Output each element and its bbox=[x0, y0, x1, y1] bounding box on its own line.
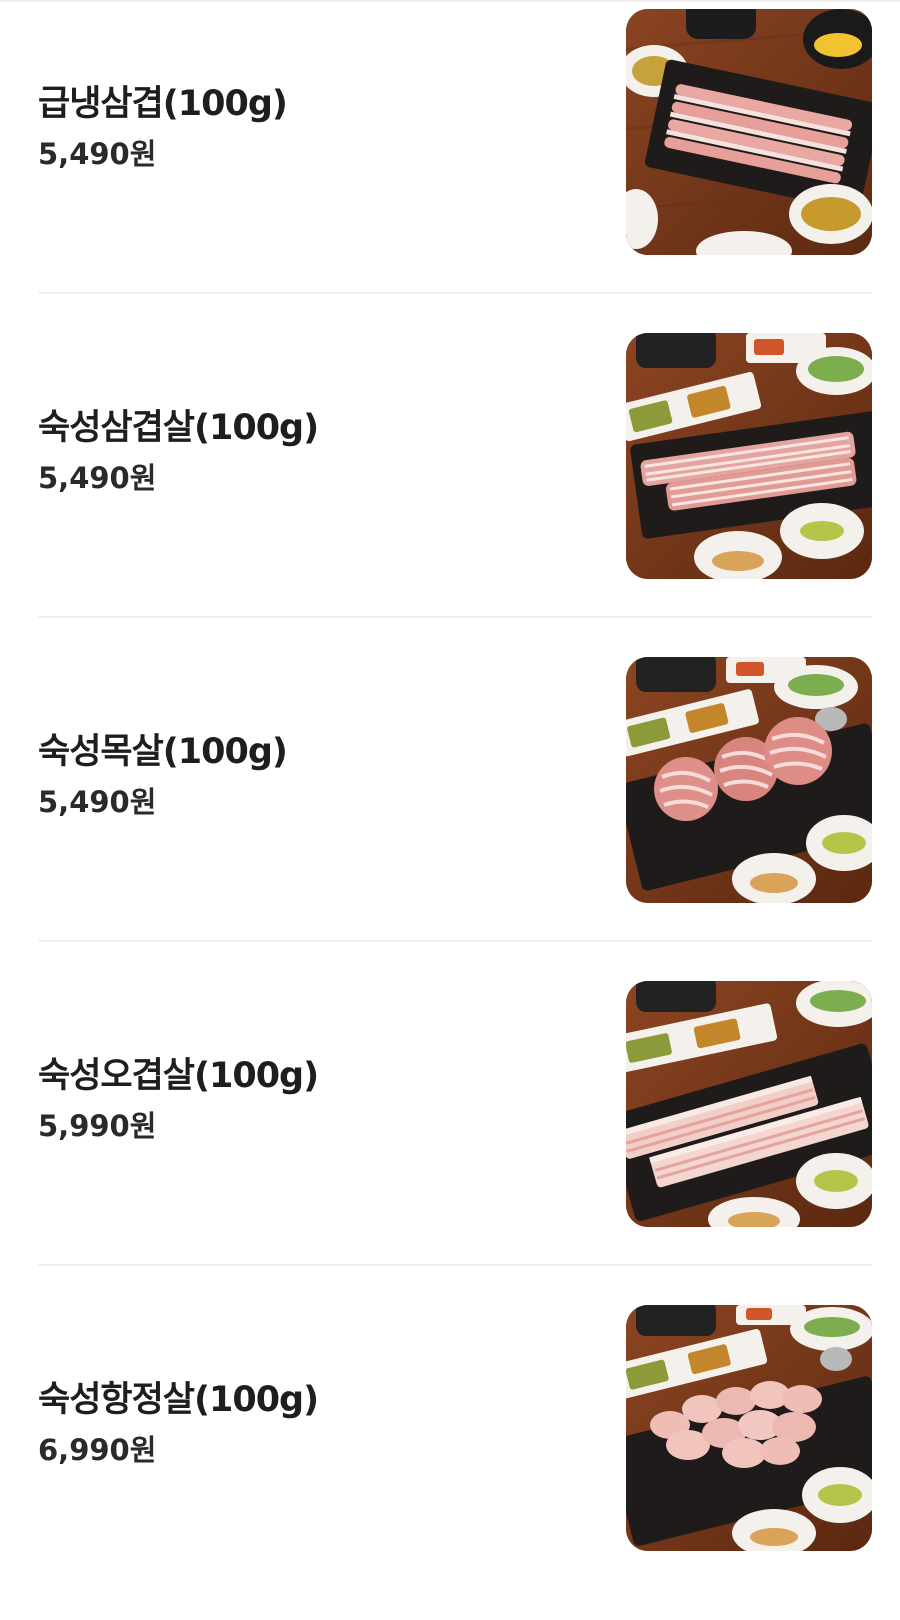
menu-item-photo[interactable] bbox=[626, 657, 872, 903]
aged-pork-neck-photo-icon bbox=[626, 657, 872, 903]
menu-item-price: 5,490원 bbox=[38, 137, 157, 171]
aged-pork-belly-photo-icon bbox=[626, 333, 872, 579]
menu-item-info: 숙성삼겹살(100g) 5,490원 bbox=[38, 404, 598, 498]
divider bbox=[38, 616, 872, 618]
menu-item-info: 숙성항정살(100g) 6,990원 bbox=[38, 1376, 598, 1470]
menu-item-price: 5,490원 bbox=[38, 461, 157, 495]
menu-item-name: 급냉삼겹(100g) bbox=[38, 84, 288, 124]
menu-item-aged-pork-jowl[interactable]: 숙성항정살(100g) 6,990원 bbox=[0, 1296, 900, 1620]
menu-item-name: 숙성오겹살(100g) bbox=[38, 1056, 319, 1096]
divider bbox=[38, 292, 872, 294]
menu-item-info: 숙성목살(100g) 5,490원 bbox=[38, 728, 598, 822]
aged-pork-jowl-photo-icon bbox=[626, 1305, 872, 1551]
menu-item-price: 5,490원 bbox=[38, 785, 157, 819]
menu-item-frozen-pork-belly[interactable]: 급냉삼겹(100g) 5,490원 bbox=[0, 0, 900, 324]
menu-item-photo[interactable] bbox=[626, 9, 872, 255]
divider bbox=[38, 1264, 872, 1266]
menu-item-price: 6,990원 bbox=[38, 1433, 157, 1467]
menu-item-aged-pork-belly-skin[interactable]: 숙성오겹살(100g) 5,990원 bbox=[0, 972, 900, 1296]
menu-item-photo[interactable] bbox=[626, 333, 872, 579]
menu-item-price: 5,990원 bbox=[38, 1109, 157, 1143]
menu-item-aged-pork-neck[interactable]: 숙성목살(100g) 5,490원 bbox=[0, 648, 900, 972]
frozen-pork-belly-photo-icon bbox=[626, 9, 872, 255]
menu-item-aged-pork-belly[interactable]: 숙성삼겹살(100g) 5,490원 bbox=[0, 324, 900, 648]
menu-item-name: 숙성삼겹살(100g) bbox=[38, 408, 319, 448]
menu-item-info: 숙성오겹살(100g) 5,990원 bbox=[38, 1052, 598, 1146]
divider bbox=[38, 940, 872, 942]
aged-pork-belly-skin-photo-icon bbox=[626, 981, 872, 1227]
menu-item-photo[interactable] bbox=[626, 981, 872, 1227]
menu-item-name: 숙성항정살(100g) bbox=[38, 1380, 319, 1420]
menu-list: 급냉삼겹(100g) 5,490원 숙성삼겹살(100g) 5,490원 숙성목… bbox=[0, 0, 900, 1620]
menu-item-name: 숙성목살(100g) bbox=[38, 732, 288, 772]
menu-item-info: 급냉삼겹(100g) 5,490원 bbox=[38, 80, 598, 174]
menu-item-photo[interactable] bbox=[626, 1305, 872, 1551]
